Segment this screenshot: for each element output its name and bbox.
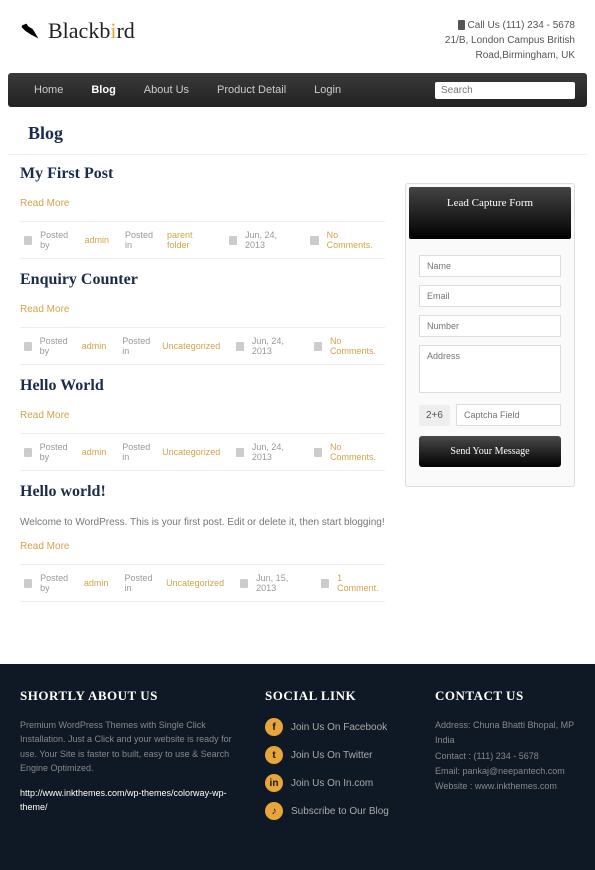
- social-icon: f: [265, 718, 283, 736]
- name-field[interactable]: [419, 255, 561, 277]
- captcha-question: 2+6: [419, 405, 450, 426]
- comment-icon: [314, 342, 322, 351]
- comment-icon: [310, 236, 318, 245]
- post-meta: Posted byadminPosted inUncategorizedJun,…: [20, 433, 385, 471]
- social-icon: in: [265, 774, 283, 792]
- social-link[interactable]: in Join Us On In.com: [265, 774, 405, 792]
- post-title[interactable]: Enquiry Counter: [20, 271, 385, 289]
- captcha-field[interactable]: [456, 404, 561, 426]
- post-title[interactable]: Hello world!: [20, 483, 385, 501]
- search-input[interactable]: [441, 85, 573, 96]
- social-link[interactable]: f Join Us On Facebook: [265, 718, 405, 736]
- calendar-icon: [236, 448, 244, 457]
- nav-home[interactable]: Home: [20, 74, 77, 106]
- comment-icon: [321, 579, 329, 588]
- user-icon: [24, 579, 32, 588]
- calendar-icon: [229, 236, 237, 245]
- nav-login[interactable]: Login: [300, 74, 355, 106]
- form-title: Lead Capture Form: [409, 187, 571, 239]
- social-link[interactable]: ♪ Subscribe to Our Blog: [265, 802, 405, 820]
- post-meta: Posted byadminPosted inparent folderJun,…: [20, 221, 385, 259]
- number-field[interactable]: [419, 315, 561, 337]
- comments-link[interactable]: No Comments.: [330, 442, 381, 462]
- user-icon: [24, 342, 32, 351]
- nav-product[interactable]: Product Detail: [203, 74, 300, 106]
- posts-list: My First Post Read More Posted byadminPost…: [20, 165, 385, 614]
- contact-phone: Contact : (111) 234 - 5678: [435, 749, 575, 764]
- phone-icon: [458, 20, 465, 30]
- author-link[interactable]: admin: [84, 235, 109, 245]
- read-more-link[interactable]: Read More: [20, 541, 69, 552]
- post-title[interactable]: Hello World: [20, 377, 385, 395]
- header-contact: Call Us (111) 234 - 5678 21/B, London Ca…: [445, 18, 575, 63]
- footer: SHORTLY ABOUT US Premium WordPress Theme…: [0, 664, 595, 870]
- page-title: Blog: [8, 107, 587, 155]
- post: Enquiry Counter Read More Posted byadminPo…: [20, 271, 385, 365]
- author-link[interactable]: admin: [82, 447, 107, 457]
- post: Hello world! Welcome to WordPress. This i…: [20, 483, 385, 602]
- logo-text: Blackbird: [48, 18, 135, 44]
- comments-link[interactable]: No Comments.: [330, 336, 381, 356]
- comments-link[interactable]: No Comments.: [327, 230, 381, 250]
- contact-title: CONTACT US: [435, 688, 575, 704]
- post-title[interactable]: My First Post: [20, 165, 385, 183]
- comment-icon: [314, 448, 322, 457]
- social-icon: t: [265, 746, 283, 764]
- footer-contact: CONTACT US Address: Chuna Bhatti Bhopal,…: [435, 688, 575, 830]
- nav-about[interactable]: About Us: [130, 74, 203, 106]
- social-icon: ♪: [265, 802, 283, 820]
- author-link[interactable]: admin: [84, 578, 109, 588]
- read-more-link[interactable]: Read More: [20, 304, 69, 315]
- author-link[interactable]: admin: [82, 341, 107, 351]
- email-field[interactable]: [419, 285, 561, 307]
- navbar: Home Blog About Us Product Detail Login: [8, 73, 587, 107]
- category-link[interactable]: Uncategorized: [162, 341, 220, 351]
- footer-about: SHORTLY ABOUT US Premium WordPress Theme…: [20, 688, 235, 830]
- contact-web: Website : www.inkthemes.com: [435, 779, 575, 794]
- contact-address: Address: Chuna Bhatti Bhopal, MP India: [435, 718, 575, 749]
- social-label: Join Us On Twitter: [291, 750, 373, 761]
- bird-icon: [20, 21, 42, 41]
- post-excerpt: Welcome to WordPress. This is your first…: [20, 515, 385, 530]
- social-label: Join Us On Facebook: [291, 722, 387, 733]
- user-icon: [24, 236, 32, 245]
- nav-blog[interactable]: Blog: [77, 74, 129, 106]
- social-link[interactable]: t Join Us On Twitter: [265, 746, 405, 764]
- post: My First Post Read More Posted byadminPost…: [20, 165, 385, 259]
- about-text: Premium WordPress Themes with Single Cli…: [20, 718, 235, 776]
- contact-email: Email: pankaj@neepantech.com: [435, 764, 575, 779]
- category-link[interactable]: Uncategorized: [166, 578, 224, 588]
- search-box[interactable]: [435, 82, 575, 99]
- calendar-icon: [240, 579, 248, 588]
- logo[interactable]: Blackbird: [20, 18, 135, 44]
- about-title: SHORTLY ABOUT US: [20, 688, 235, 704]
- comments-link[interactable]: 1 Comment.: [337, 573, 381, 593]
- post-meta: Posted byadminPosted inUncategorizedJun,…: [20, 327, 385, 365]
- social-label: Subscribe to Our Blog: [291, 806, 389, 817]
- lead-capture-form: Lead Capture Form 2+6 Send Your Message: [405, 183, 575, 487]
- read-more-link[interactable]: Read More: [20, 198, 69, 209]
- read-more-link[interactable]: Read More: [20, 410, 69, 421]
- address-field[interactable]: [419, 345, 561, 393]
- calendar-icon: [236, 342, 244, 351]
- footer-social: SOCIAL LINK f Join Us On Facebook t Join Us…: [265, 688, 405, 830]
- about-link[interactable]: http://www.inkthemes.com/wp-themes/color…: [20, 788, 227, 812]
- submit-button[interactable]: Send Your Message: [419, 436, 561, 467]
- post: Hello World Read More Posted byadminPosted…: [20, 377, 385, 471]
- category-link[interactable]: Uncategorized: [162, 447, 220, 457]
- category-link[interactable]: parent folder: [167, 230, 213, 250]
- post-meta: Posted byadminPosted inUncategorizedJun,…: [20, 564, 385, 602]
- user-icon: [24, 448, 32, 457]
- social-title: SOCIAL LINK: [265, 688, 405, 704]
- social-label: Join Us On In.com: [291, 778, 373, 789]
